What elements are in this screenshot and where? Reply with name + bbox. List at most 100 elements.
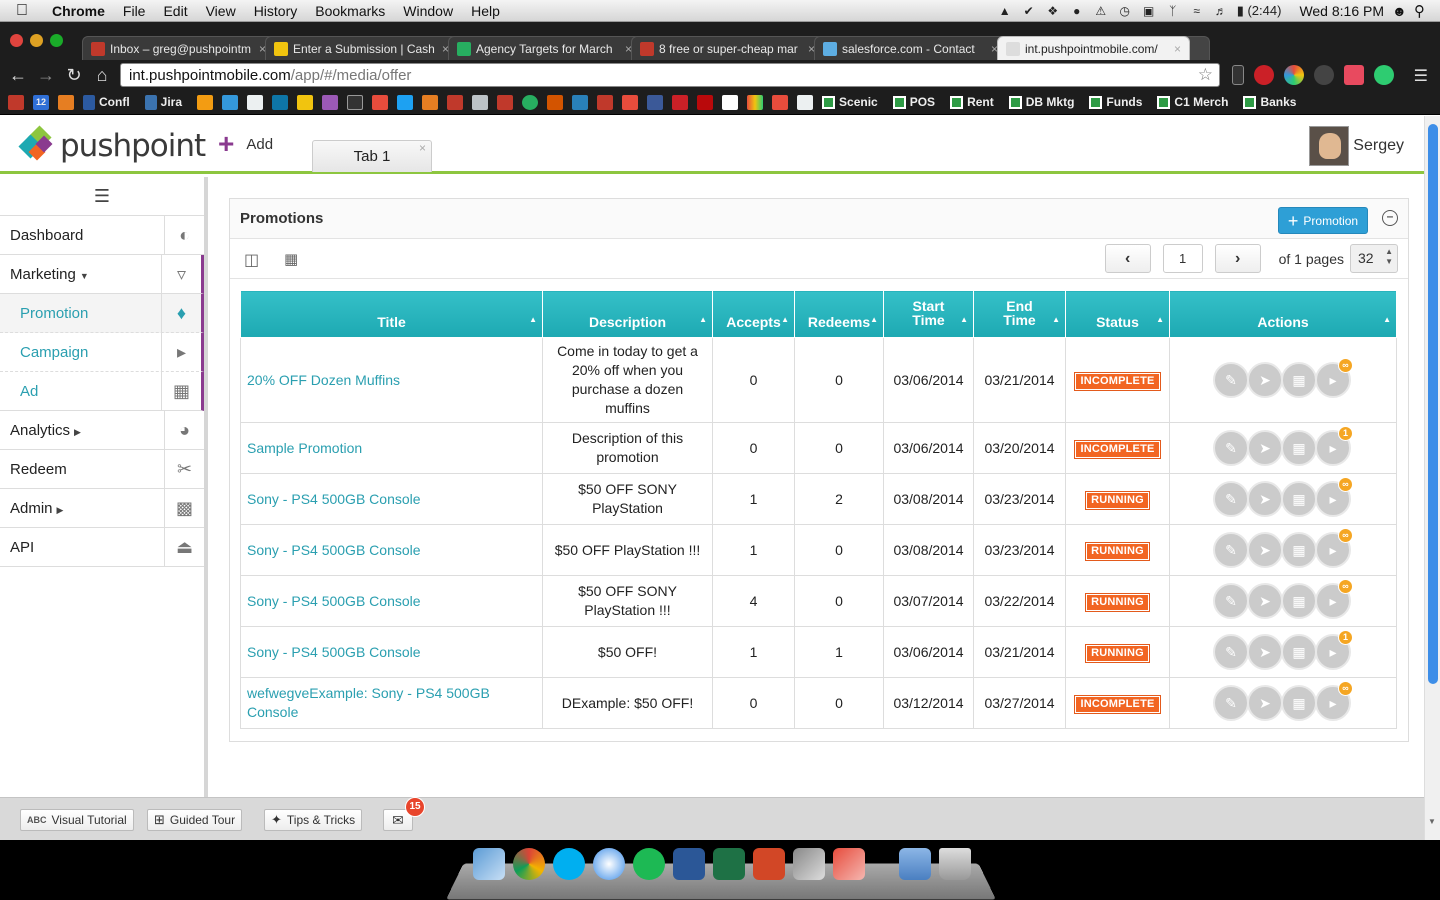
sort-icon[interactable]: ▲: [781, 313, 789, 327]
close-window-button[interactable]: [10, 34, 23, 47]
bookmark-sheet[interactable]: Rent: [950, 95, 994, 109]
skype-icon[interactable]: [553, 848, 585, 880]
close-tab-icon[interactable]: ×: [419, 132, 426, 164]
table-row[interactable]: Sample Promotion Description of this prom…: [240, 422, 1397, 474]
bluetooth-icon[interactable]: ᛉ: [1165, 4, 1181, 18]
table-row[interactable]: 20% OFF Dozen Muffins Come in today to ge…: [240, 337, 1397, 423]
broadcast-icon[interactable]: ▸ ∞: [1315, 681, 1353, 721]
bookmark-sheet[interactable]: C1 Merch: [1157, 95, 1228, 109]
bookmark-icon-20[interactable]: [547, 94, 564, 110]
edit-icon[interactable]: ✎: [1213, 532, 1249, 568]
alert-icon[interactable]: ⚠: [1093, 4, 1109, 18]
minimize-window-button[interactable]: [30, 34, 43, 47]
next-page-button[interactable]: ›: [1214, 244, 1261, 273]
bookmark-icon-15[interactable]: [422, 94, 439, 110]
spotify-icon[interactable]: [633, 848, 665, 880]
display-icon[interactable]: ▣: [1141, 4, 1157, 18]
globe-bookmark-icon[interactable]: [522, 94, 539, 110]
bookmark-sheet[interactable]: DB Mktg: [1008, 95, 1074, 109]
dropbox-icon[interactable]: ❖: [1045, 4, 1061, 18]
finder-icon[interactable]: [473, 848, 505, 880]
time-machine-icon[interactable]: ◷: [1117, 4, 1133, 18]
share-icon[interactable]: ➤: [1247, 634, 1283, 670]
evernote-extension-icon[interactable]: [1374, 65, 1394, 85]
user-icon[interactable]: ☻: [1392, 3, 1414, 19]
preview-icon[interactable]: [793, 848, 825, 880]
browser-tab[interactable]: salesforce.com - Contact ×: [814, 36, 1007, 60]
close-tab-icon[interactable]: ×: [1174, 42, 1181, 56]
twitter-bookmark-icon[interactable]: [397, 94, 414, 110]
bookmark-icon-10[interactable]: [297, 94, 314, 110]
bookmark-confl[interactable]: Confl: [83, 94, 130, 110]
bookmark-icon-16[interactable]: [447, 94, 464, 110]
scrollbar-thumb[interactable]: [1428, 124, 1438, 684]
bookmark-icon-11[interactable]: [322, 94, 339, 110]
sidebar-item-ad[interactable]: Ad ▦: [0, 372, 204, 411]
table-row[interactable]: Sony - PS4 500GB Console $50 OFF SONY Pla…: [240, 473, 1397, 525]
visual-tutorial-button[interactable]: ABC Visual Tutorial: [20, 809, 134, 831]
bookmark-star-icon[interactable]: ☆: [1198, 65, 1213, 85]
page-number-input[interactable]: 1: [1162, 244, 1203, 273]
edit-icon[interactable]: ✎: [1213, 634, 1249, 670]
volume-icon[interactable]: ♬: [1213, 4, 1229, 18]
bookmark-sheet[interactable]: Banks: [1243, 95, 1296, 109]
bookmark-sheet[interactable]: Scenic: [822, 95, 878, 109]
menu-file[interactable]: File: [114, 3, 155, 19]
column-header[interactable]: Accepts ▲: [712, 290, 795, 338]
new-promotion-button[interactable]: + Promotion: [1278, 207, 1368, 234]
browser-tab[interactable]: 8 free or super-cheap mar ×: [631, 36, 824, 60]
bookmark-icon-7[interactable]: [222, 94, 239, 110]
column-header[interactable]: Title ▲: [240, 290, 543, 338]
amazon-bookmark-icon[interactable]: [722, 94, 739, 110]
broadcast-icon[interactable]: ▸ ∞: [1315, 579, 1353, 619]
edit-icon[interactable]: ✎: [1213, 362, 1249, 398]
page-scrollbar[interactable]: ▼: [1424, 116, 1440, 840]
add-tab-button[interactable]: + Add: [218, 130, 273, 158]
share-icon[interactable]: ➤: [1247, 481, 1283, 517]
bookmark-icon-22[interactable]: [597, 94, 614, 110]
columns-view-icon[interactable]: ◫: [244, 250, 259, 270]
qr-code-icon[interactable]: ▦: [1281, 532, 1317, 568]
menu-history[interactable]: History: [245, 3, 307, 19]
sidebar-item-admin[interactable]: Admin ▶ ▩: [0, 489, 204, 528]
share-icon[interactable]: ➤: [1247, 685, 1283, 721]
home-icon[interactable]: ⌂: [88, 65, 116, 86]
qr-code-icon[interactable]: ▦: [1281, 362, 1317, 398]
promotion-title-link[interactable]: Sample Promotion: [240, 422, 543, 474]
sort-icon[interactable]: ▲: [1156, 313, 1164, 327]
pushpoint-logo[interactable]: pushpoint: [18, 125, 206, 164]
menu-bookmarks[interactable]: Bookmarks: [306, 3, 394, 19]
sidebar-item-redeem[interactable]: Redeem ✂: [0, 450, 204, 489]
bookmark-icon-17[interactable]: [472, 94, 489, 110]
sidebar-item-api[interactable]: API ⏏: [0, 528, 204, 567]
sidebar-item-dashboard[interactable]: Dashboard ◐: [0, 216, 204, 255]
reload-icon[interactable]: ↻: [60, 65, 88, 86]
address-bar[interactable]: int.pushpointmobile.com/app/#/media/offe…: [120, 63, 1220, 87]
chrome-icon[interactable]: [513, 848, 545, 880]
workspace-tab-1[interactable]: Tab 1 ×: [312, 140, 432, 172]
sort-icon[interactable]: ▲: [699, 313, 707, 327]
apple-icon[interactable]: : [0, 2, 44, 20]
broadcast-icon[interactable]: ▸ ∞: [1315, 358, 1353, 398]
pinterest-extension-icon[interactable]: [1254, 65, 1274, 85]
browser-tab[interactable]: Inbox – greg@pushpointm ×: [82, 36, 275, 60]
bookmark-icon-18[interactable]: [497, 94, 514, 110]
bitly-bookmark-icon[interactable]: [372, 94, 389, 110]
table-row[interactable]: Sony - PS4 500GB Console $50 OFF SONY Pla…: [240, 575, 1397, 627]
sort-icon[interactable]: ▲: [529, 313, 537, 327]
promotion-title-link[interactable]: Sony - PS4 500GB Console: [240, 473, 543, 525]
tips-tricks-button[interactable]: ✦ Tips & Tricks: [264, 809, 363, 831]
wifi-icon[interactable]: ≈: [1189, 4, 1205, 18]
spotlight-icon[interactable]: ⚲: [1414, 2, 1440, 20]
chrome-menu-icon[interactable]: ☰: [1414, 66, 1428, 86]
notification-icon[interactable]: ▲: [997, 4, 1013, 18]
bookmark-icon-3[interactable]: [58, 94, 74, 110]
sidebar-item-marketing[interactable]: Marketing ▼ ▿: [0, 255, 204, 294]
applications-folder-icon[interactable]: [899, 848, 931, 880]
qr-code-icon[interactable]: ▦: [1281, 583, 1317, 619]
promotion-title-link[interactable]: Sony - PS4 500GB Console: [240, 575, 543, 627]
promotion-title-link[interactable]: 20% OFF Dozen Muffins: [240, 337, 543, 423]
edit-icon[interactable]: ✎: [1213, 685, 1249, 721]
column-header[interactable]: Description ▲: [542, 290, 713, 338]
phone-extension-icon[interactable]: [1232, 65, 1244, 85]
